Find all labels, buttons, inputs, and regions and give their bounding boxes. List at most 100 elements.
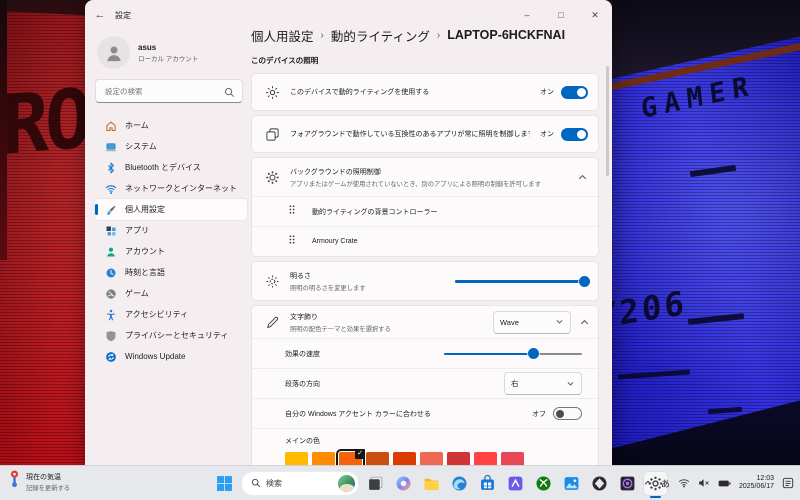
sidebar-item-label: ゲーム — [125, 289, 149, 298]
accent-color-toggle[interactable] — [553, 407, 582, 420]
battery-icon[interactable] — [718, 479, 731, 488]
drag-handle-icon[interactable] — [288, 233, 296, 251]
list-item-bg-controller[interactable]: 動的ライティングの背景コントローラー — [252, 196, 598, 226]
direction-dropdown[interactable]: 右 — [504, 372, 582, 395]
settings-search-box[interactable] — [95, 79, 243, 103]
selection-indicator — [95, 267, 98, 278]
setting-subtitle: 照明の明るさを変更します — [290, 284, 366, 292]
volume-muted-icon[interactable] — [698, 478, 710, 488]
sidebar-item[interactable]: 個人用設定 — [95, 199, 247, 220]
edge-icon[interactable] — [448, 472, 471, 495]
setting-title: メインの色 — [285, 438, 320, 445]
scrollbar[interactable] — [606, 66, 609, 176]
personalization-icon — [104, 203, 117, 216]
photos-icon[interactable] — [560, 472, 583, 495]
dark-app-icon[interactable] — [588, 472, 611, 495]
sidebar-item[interactable]: アクセシビリティ — [95, 304, 247, 325]
setting-title: バックグラウンドの照明制御 — [290, 168, 381, 176]
color-swatch[interactable] — [312, 452, 335, 466]
sidebar-item-label: ネットワークとインターネット — [125, 184, 237, 193]
expander-effects[interactable]: 文字飾り 照明の配色テーマと効果を選択する Wave — [252, 306, 598, 338]
foreground-app-icon — [264, 126, 280, 142]
card-brightness: 明るさ 照明の明るさを変更します — [251, 261, 599, 301]
breadcrumb-personalization[interactable]: 個人用設定 — [251, 26, 314, 45]
swatch-rows: ✓ — [285, 449, 582, 466]
toggle-state-label: オン — [540, 131, 554, 138]
xbox-icon[interactable] — [532, 472, 555, 495]
weather-widget[interactable]: 現在の気温 記録を更新する — [8, 470, 70, 493]
selection-indicator — [95, 183, 98, 194]
color-swatch[interactable] — [474, 452, 497, 466]
window-title: 設定 — [115, 10, 131, 20]
sidebar-item[interactable]: ゲーム — [95, 283, 247, 304]
color-swatch[interactable] — [393, 452, 416, 466]
armoury-crate-icon[interactable] — [616, 472, 639, 495]
expander-background-control[interactable]: バックグラウンドの照明制御 アプリまたはゲームが使用されていないとき、別のアプリ… — [252, 158, 598, 196]
setting-title: 効果の速度 — [285, 350, 320, 358]
tray-chevron-icon[interactable] — [643, 478, 653, 488]
taskbar-search[interactable]: 検索 — [241, 471, 359, 496]
start-button[interactable] — [212, 472, 236, 495]
account-type: ローカル アカウント — [138, 55, 199, 63]
taskbar-clock[interactable]: 12:03 2025/06/17 — [739, 475, 774, 492]
settings-window: ← 設定 – □ ✕ asus ローカル アカウント 設定の検索 ホーム システ… — [85, 0, 612, 466]
color-swatch[interactable] — [366, 452, 389, 466]
sidebar-item[interactable]: ネットワークとインターネット — [95, 178, 247, 199]
task-view-icon[interactable] — [364, 472, 387, 495]
wallpaper-floor — [612, 400, 800, 466]
speed-slider[interactable] — [444, 348, 582, 360]
setting-title: このデバイスで動的ライティングを使用する — [290, 89, 430, 96]
accounts-icon — [104, 245, 117, 258]
sidebar-item[interactable]: アプリ — [95, 220, 247, 241]
sidebar-item[interactable]: アカウント — [95, 241, 247, 262]
ime-indicator[interactable]: あ — [661, 477, 670, 490]
search-highlight-image[interactable] — [338, 475, 355, 492]
wifi-icon[interactable] — [678, 478, 690, 488]
network-icon — [104, 182, 117, 195]
foreground-toggle[interactable] — [561, 127, 588, 141]
sidebar-item[interactable]: ホーム — [95, 115, 247, 136]
toggle-state-label: オフ — [532, 410, 546, 418]
thermometer-icon — [8, 470, 21, 493]
chevron-down-icon — [555, 313, 564, 331]
search-input[interactable] — [103, 85, 217, 97]
breadcrumb-dynamic-lighting[interactable]: 動的ライティング — [331, 26, 430, 45]
sidebar-item[interactable]: システム — [95, 136, 247, 157]
sidebar-item[interactable]: Windows Update — [95, 346, 247, 367]
color-swatch[interactable] — [447, 452, 470, 466]
effect-dropdown[interactable]: Wave — [493, 310, 571, 334]
file-explorer-icon[interactable] — [420, 472, 443, 495]
purple-app-icon[interactable] — [504, 472, 527, 495]
list-item-armoury-crate[interactable]: Armoury Crate — [252, 226, 598, 256]
store-icon[interactable] — [476, 472, 499, 495]
slider-knob[interactable] — [579, 275, 590, 287]
sidebar-item[interactable]: Bluetooth とデバイス — [95, 157, 247, 178]
account-name: asus — [138, 42, 157, 52]
row-use-dynamic-lighting: このデバイスで動的ライティングを使用する オン — [252, 74, 598, 110]
notification-icon[interactable] — [782, 477, 794, 489]
color-swatch[interactable]: ✓ — [336, 449, 365, 466]
use-lighting-toggle[interactable] — [561, 85, 588, 99]
breadcrumb-separator: › — [436, 29, 441, 41]
account-block[interactable]: asus ローカル アカウント — [97, 36, 247, 69]
search-icon — [224, 85, 235, 103]
sidebar-item[interactable]: プライバシーとセキュリティ — [95, 325, 247, 346]
back-button[interactable]: ← — [85, 9, 115, 21]
color-swatch[interactable] — [285, 452, 308, 466]
setting-title: 明るさ — [290, 272, 311, 280]
breadcrumb-separator: › — [320, 29, 324, 41]
gear-icon — [264, 169, 280, 185]
slider-knob[interactable] — [528, 348, 540, 359]
sidebar-item[interactable]: 時刻と言語 — [95, 262, 247, 283]
color-swatch[interactable] — [501, 452, 524, 466]
accessibility-icon — [104, 308, 117, 321]
selection-indicator — [95, 288, 98, 299]
brightness-slider[interactable] — [455, 275, 590, 287]
chevron-up-icon[interactable] — [578, 316, 590, 328]
drag-handle-icon[interactable] — [288, 203, 296, 221]
apps-icon — [104, 224, 117, 237]
copilot-icon[interactable] — [392, 472, 415, 495]
chevron-up-icon[interactable] — [576, 171, 588, 183]
color-swatch[interactable] — [420, 452, 443, 466]
sidebar-item-label: アクセシビリティ — [125, 310, 189, 319]
